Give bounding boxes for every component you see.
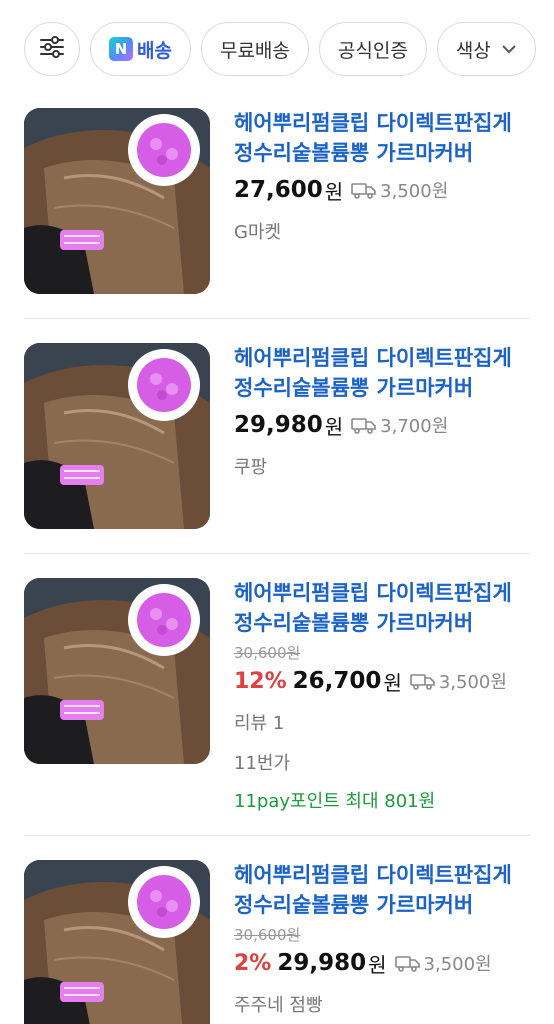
product-title[interactable]: 헤어뿌리펌클립 다이렉트판집게 정수리숱볼륨뽕 가르마커버 <box>234 860 524 920</box>
original-price: 30,600원 <box>234 644 301 662</box>
truck-icon <box>394 956 420 972</box>
price-row: 27,600 원 3,500원 <box>234 172 524 208</box>
shipping-fee-value: 3,500원 <box>380 181 449 202</box>
product-price: 27,600 <box>234 177 323 203</box>
point-info: 11pay포인트 최대 801원 <box>234 791 436 812</box>
product-info: 헤어뿌리펌클립 다이렉트판집게 정수리숱볼륨뽕 가르마커버 27,600 원 3… <box>234 108 524 244</box>
product-image[interactable] <box>24 343 210 529</box>
product-image[interactable] <box>24 108 210 294</box>
discount-rate: 12% <box>234 668 287 694</box>
shipping-fee: 3,700원 <box>351 412 448 438</box>
shipping-fee: 3,500원 <box>394 950 492 976</box>
official-chip[interactable]: 공식인증 <box>318 22 427 76</box>
truck-icon <box>410 674 435 690</box>
price-row: 29,980 원 3,700원 <box>234 407 524 443</box>
product-price: 29,980 <box>234 412 323 438</box>
color-chip[interactable]: 색상 <box>436 22 536 76</box>
truck-icon <box>351 183 376 199</box>
product-info: 헤어뿌리펌클립 다이렉트판집게 정수리숱볼륨뽕 가르마커버 30,600원 2%… <box>234 860 524 1017</box>
free-shipping-chip[interactable]: 무료배송 <box>200 22 309 76</box>
n-delivery-icon: N <box>109 37 133 61</box>
currency-label: 원 <box>368 952 387 977</box>
seller-name: 쿠팡 <box>234 457 268 478</box>
product-price: 29,980 <box>277 950 367 976</box>
product-title[interactable]: 헤어뿌리펌클립 다이렉트판집게 정수리숱볼륨뽕 가르마커버 <box>234 108 524 168</box>
product-image[interactable] <box>24 860 210 1024</box>
filter-bar: N 배송 무료배송 공식인증 색상 <box>24 22 554 78</box>
shipping-fee-value: 3,500원 <box>438 672 507 693</box>
product-title[interactable]: 헤어뿌리펌클립 다이렉트판집게 정수리숱볼륨뽕 가르마커버 <box>234 343 524 403</box>
product-image[interactable] <box>24 578 210 764</box>
product-price: 26,700 <box>292 668 382 694</box>
sliders-icon <box>39 35 65 64</box>
filter-settings-button[interactable] <box>24 22 80 76</box>
seller-name: 11번가 <box>234 753 291 774</box>
divider <box>24 835 530 836</box>
chevron-down-icon <box>501 44 517 54</box>
shipping-fee-value: 3,700원 <box>380 416 449 437</box>
product-title[interactable]: 헤어뿌리펌클립 다이렉트판집게 정수리숱볼륨뽕 가르마커버 <box>234 578 524 638</box>
n-delivery-chip[interactable]: N 배송 <box>90 22 191 76</box>
shipping-fee: 3,500원 <box>351 177 448 203</box>
product-info: 헤어뿌리펌클립 다이렉트판집게 정수리숱볼륨뽕 가르마커버 29,980 원 3… <box>234 343 524 479</box>
seller-name: 주주네 점빵 <box>234 995 323 1016</box>
n-delivery-label: 배송 <box>137 39 172 62</box>
truck-icon <box>351 418 376 434</box>
discount-rate: 2% <box>234 950 272 976</box>
seller-name: G마켓 <box>234 222 282 243</box>
price-row: 2% 29,980 원 3,500원 <box>234 945 524 981</box>
divider <box>24 318 530 319</box>
divider <box>24 553 530 554</box>
currency-label: 원 <box>383 670 402 695</box>
review-count[interactable]: 리뷰 1 <box>234 709 524 735</box>
currency-label: 원 <box>324 414 344 439</box>
product-info: 헤어뿌리펌클립 다이렉트판집게 정수리숱볼륨뽕 가르마커버 30,600원 12… <box>234 578 524 813</box>
shipping-fee-value: 3,500원 <box>423 954 492 975</box>
shipping-fee: 3,500원 <box>410 668 507 694</box>
currency-label: 원 <box>324 179 344 204</box>
price-row: 12% 26,700 원 3,500원 <box>234 663 524 699</box>
color-chip-label: 색상 <box>455 39 491 62</box>
original-price: 30,600원 <box>234 926 301 944</box>
